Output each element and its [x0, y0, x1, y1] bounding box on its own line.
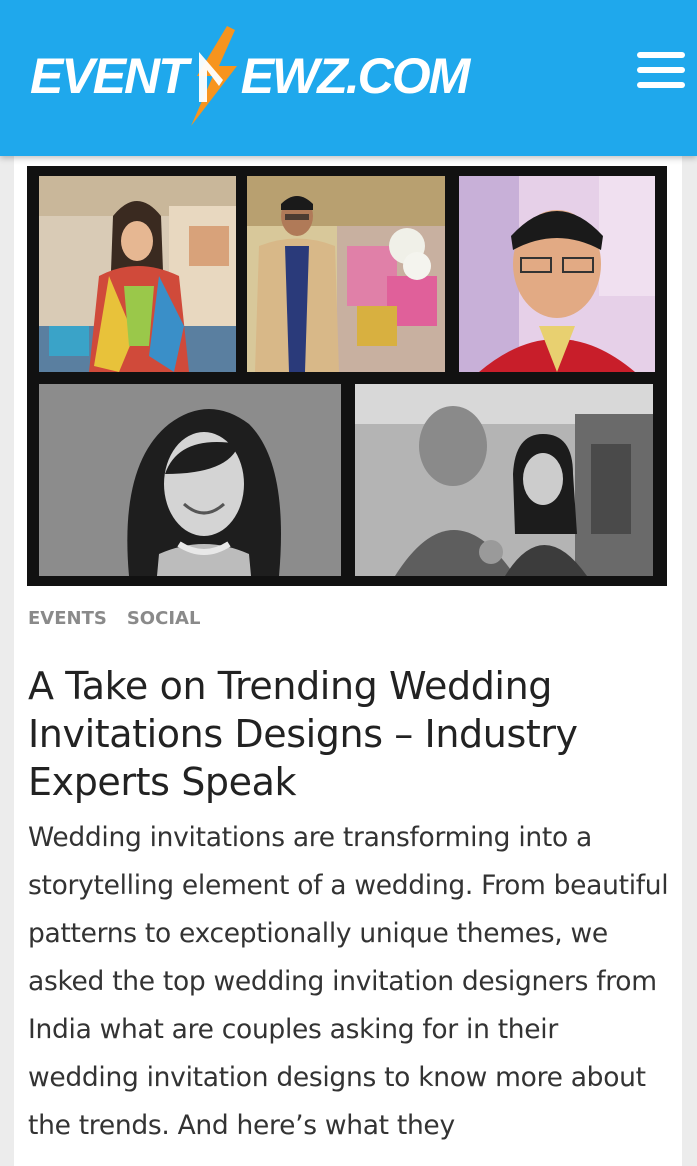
site-header: EVENT EWZ.COM — [0, 0, 697, 156]
article-title[interactable]: A Take on Trending Wedding Invitations D… — [28, 662, 668, 806]
hamburger-menu-icon[interactable] — [637, 50, 685, 90]
collage-photo-woman-scarf — [39, 176, 236, 372]
lightning-bolt-icon — [190, 26, 237, 126]
site-logo[interactable]: EVENT EWZ.COM — [30, 26, 471, 126]
collage-photo-woman-bw — [39, 384, 341, 576]
logo-text-ewz: EWZ.COM — [240, 48, 471, 104]
collage-photo-man-red — [459, 176, 655, 372]
logo-text-event: EVENT — [30, 48, 189, 104]
article-excerpt: Wedding invitations are transforming int… — [28, 822, 669, 1141]
tag-social[interactable]: SOCIAL — [127, 608, 201, 629]
article-hero-image[interactable] — [27, 166, 667, 586]
article-tags: EVENTS SOCIAL — [28, 608, 200, 629]
article-card: EVENTS SOCIAL A Take on Trending Wedding… — [14, 156, 682, 1166]
collage-photo-man-blazer — [247, 176, 445, 372]
collage-photo-couple-bw — [355, 384, 653, 576]
tag-events[interactable]: EVENTS — [28, 608, 107, 629]
